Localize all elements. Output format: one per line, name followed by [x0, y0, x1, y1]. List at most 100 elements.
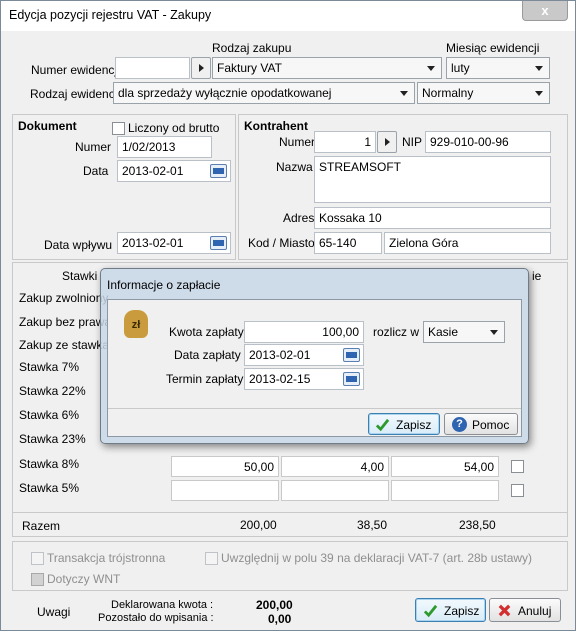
chevron-down-icon	[490, 330, 498, 335]
title-bar: Edycja pozycji rejestru VAT - Zakupy x	[1, 1, 575, 31]
chevron-right-icon	[385, 138, 390, 146]
stawki-header-label: Stawki	[62, 269, 98, 283]
dialog-title: Informacje o zapłacie	[107, 278, 221, 292]
termin-zaplaty-value: 2013-02-15	[249, 372, 311, 386]
nazwa-label: Nazwa	[276, 160, 313, 174]
data-wplywu-label: Data wpływu	[44, 238, 113, 252]
pomoc-button[interactable]: ? Pomoc	[444, 413, 518, 435]
calendar-icon[interactable]	[210, 164, 227, 178]
money-bag-icon: zł	[124, 310, 148, 338]
rodzaj-ewidencji-label: Rodzaj ewidencji	[30, 87, 121, 101]
numer-ewidencji-input[interactable]	[115, 57, 190, 79]
rozlicz-value: Kasie	[428, 325, 459, 339]
miesiac-select[interactable]: luty	[446, 57, 550, 79]
uwzglednij-checkbox[interactable]	[205, 552, 218, 565]
kontrahent-numer-input[interactable]: 1	[314, 131, 376, 153]
kod-input[interactable]: 65-140	[314, 232, 382, 254]
chevron-down-icon	[535, 66, 543, 71]
chevron-down-icon	[400, 91, 408, 96]
adres-input[interactable]: Kossaka 10	[314, 207, 551, 229]
rodzaj-ewidencji-select[interactable]: dla sprzedaży wyłącznie opodatkowanej	[113, 82, 415, 104]
rodzaj-zakupu-label: Rodzaj zakupu	[212, 41, 292, 55]
stawki-row-label: Zakup ze stawką	[19, 338, 110, 352]
dokument-data-value: 2013-02-01	[122, 164, 184, 178]
data-zaplaty-value: 2013-02-01	[249, 348, 311, 362]
chevron-right-icon	[199, 64, 204, 72]
deklarowana-label: Deklarowana kwota :	[111, 599, 214, 611]
calendar-icon[interactable]	[343, 348, 360, 362]
stawki-row-label: Stawka 22%	[19, 384, 86, 398]
liczony-od-brutto-checkbox[interactable]	[112, 122, 125, 135]
rozlicz-label: rozlicz w	[373, 325, 420, 339]
kwota-input[interactable]: 100,00	[244, 321, 364, 343]
razem-brutto: 238,50	[459, 518, 496, 532]
nazwa-input[interactable]: STREAMSOFT	[314, 156, 551, 203]
data-zaplaty-input[interactable]: 2013-02-01	[244, 344, 364, 366]
rodzaj-zakupu-select[interactable]: Faktury VAT	[212, 57, 442, 79]
stawki-header-tail: ie	[532, 269, 542, 283]
close-button[interactable]: x	[522, 1, 568, 21]
stawka-5-checkbox[interactable]	[511, 484, 524, 497]
stawka-8-brutto-cell[interactable]: 54,00	[391, 456, 499, 477]
dokument-data-input[interactable]: 2013-02-01	[117, 160, 231, 182]
chevron-down-icon	[535, 91, 543, 96]
stawki-row-label: Stawka 7%	[19, 360, 80, 374]
razem-netto: 200,00	[240, 518, 277, 532]
kod-miasto-label: Kod / Miasto	[248, 236, 315, 250]
dotyczy-wnt-label: Dotyczy WNT	[47, 572, 121, 586]
calendar-icon[interactable]	[343, 372, 360, 386]
dialog-zapisz-label: Zapisz	[396, 418, 432, 432]
kwota-label: Kwota zapłaty	[169, 325, 244, 339]
stawki-row-label: Stawka 23%	[19, 432, 86, 446]
deklarowana-value: 200,00	[256, 598, 293, 612]
kontrahent-picker-button[interactable]	[377, 131, 397, 153]
zapisz-label: Zapisz	[444, 604, 480, 618]
typ-select[interactable]: Normalny	[417, 82, 550, 104]
termin-zaplaty-label: Termin zapłaty	[166, 372, 244, 386]
stawki-row-label: Zakup bez prawa	[19, 315, 112, 329]
rodzaj-ewidencji-value: dla sprzedaży wyłącznie opodatkowanej	[118, 86, 332, 100]
stawka-5-netto-cell[interactable]	[171, 480, 279, 501]
dotyczy-wnt-checkbox[interactable]	[31, 573, 44, 586]
stawki-row-label: Stawka 6%	[19, 408, 80, 422]
zapisz-button[interactable]: Zapisz	[415, 598, 486, 622]
stawka-5-vat-cell[interactable]	[281, 480, 389, 501]
pozostalo-label: Pozostało do wpisania :	[98, 612, 214, 624]
dokument-numer-input[interactable]: 1/02/2013	[117, 136, 212, 158]
miasto-input[interactable]: Zielona Góra	[384, 232, 551, 254]
stawka-5-brutto-cell[interactable]	[391, 480, 499, 501]
miesiac-value: luty	[451, 61, 470, 75]
rozlicz-select[interactable]: Kasie	[423, 321, 505, 343]
stawki-row-label: Stawka 8%	[19, 457, 80, 471]
numer-ewidencji-picker-button[interactable]	[191, 57, 211, 79]
termin-zaplaty-input[interactable]: 2013-02-15	[244, 368, 364, 390]
calendar-icon[interactable]	[210, 236, 227, 250]
transakcja-checkbox[interactable]	[31, 552, 44, 565]
payment-dialog: Informacje o zapłacie zł Kwota zapłaty 1…	[100, 268, 529, 444]
anuluj-label: Anuluj	[518, 604, 552, 618]
miesiac-label: Miesiąc ewidencji	[446, 41, 540, 55]
nip-label: NIP	[402, 135, 423, 149]
dialog-zapisz-button[interactable]: Zapisz	[368, 413, 440, 435]
rodzaj-zakupu-value: Faktury VAT	[217, 61, 282, 75]
pomoc-label: Pomoc	[472, 418, 510, 432]
uwagi-link[interactable]: Uwagi	[37, 605, 70, 619]
dokument-section-label: Dokument	[18, 119, 77, 133]
help-icon: ?	[452, 417, 467, 432]
chevron-down-icon	[427, 66, 435, 71]
anuluj-button[interactable]: Anuluj	[489, 598, 561, 622]
liczony-od-brutto-label: Liczony od brutto	[128, 121, 220, 135]
stawka-8-checkbox[interactable]	[511, 460, 524, 473]
data-zaplaty-label: Data zapłaty	[174, 348, 241, 362]
pozostalo-value: 0,00	[268, 612, 292, 626]
cancel-x-icon	[498, 604, 511, 617]
window-title: Edycja pozycji rejestru VAT - Zakupy	[9, 8, 212, 22]
stawka-8-netto-cell[interactable]: 50,00	[171, 456, 279, 477]
stawka-8-vat-cell[interactable]: 4,00	[281, 456, 389, 477]
nip-input[interactable]: 929-010-00-96	[425, 131, 551, 153]
kontrahent-section-label: Kontrahent	[244, 119, 308, 133]
data-wplywu-input[interactable]: 2013-02-01	[117, 232, 231, 254]
stawki-row-label: Zakup zwolniony	[19, 291, 109, 305]
kontrahent-numer-label: Numer	[279, 135, 316, 149]
dokument-data-label: Data	[83, 164, 109, 178]
